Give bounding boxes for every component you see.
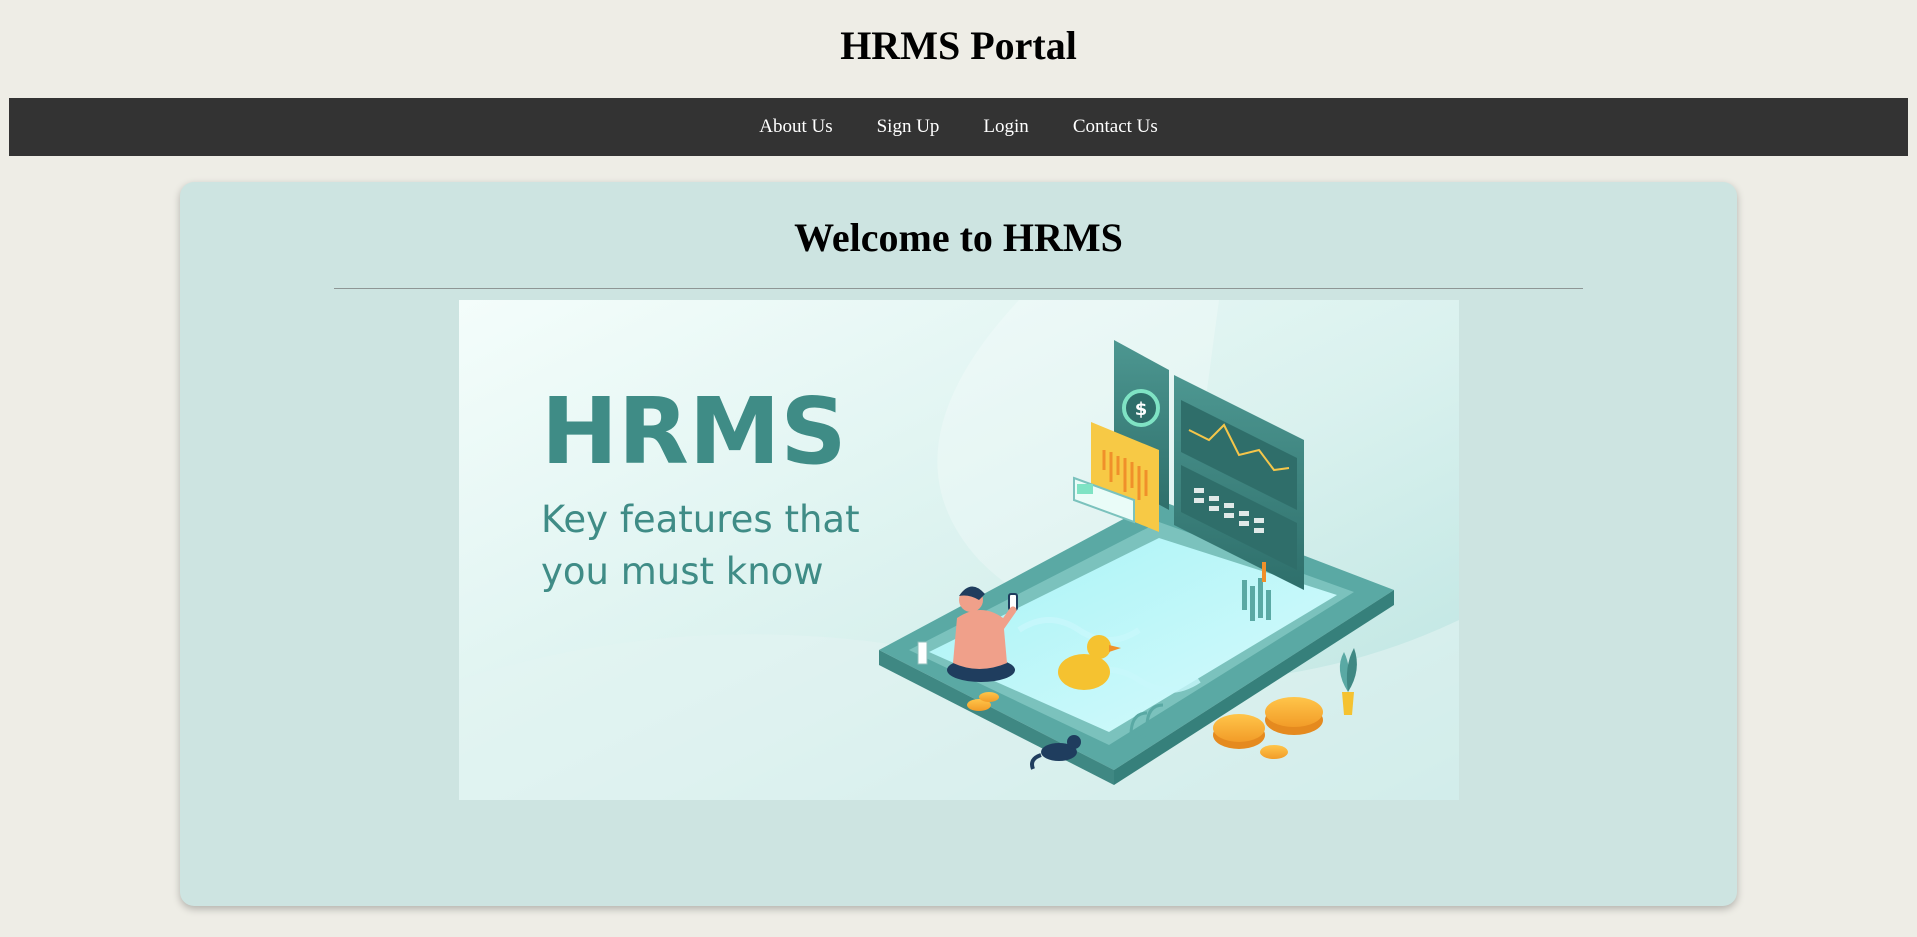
- welcome-heading: Welcome to HRMS: [794, 215, 1123, 260]
- nav-sign-up-link[interactable]: Sign Up: [877, 98, 940, 156]
- banner-title: HRMS: [541, 378, 847, 485]
- svg-text:$: $: [1135, 399, 1148, 420]
- welcome-card: Welcome to HRMS HRMS Key features that y…: [180, 182, 1737, 906]
- site-title: HRMS Portal: [840, 23, 1077, 68]
- nav-contact-us-link[interactable]: Contact Us: [1073, 98, 1158, 156]
- banner-line-2: you must know: [541, 550, 824, 593]
- hrms-banner-image: HRMS Key features that you must know $: [459, 300, 1459, 800]
- top-navbar: About Us Sign Up Login Contact Us: [9, 98, 1908, 156]
- nav-about-us-link[interactable]: About Us: [759, 98, 832, 156]
- banner-line-1: Key features that: [541, 498, 860, 541]
- nav-login-link[interactable]: Login: [983, 98, 1028, 156]
- heading-divider: [334, 288, 1583, 289]
